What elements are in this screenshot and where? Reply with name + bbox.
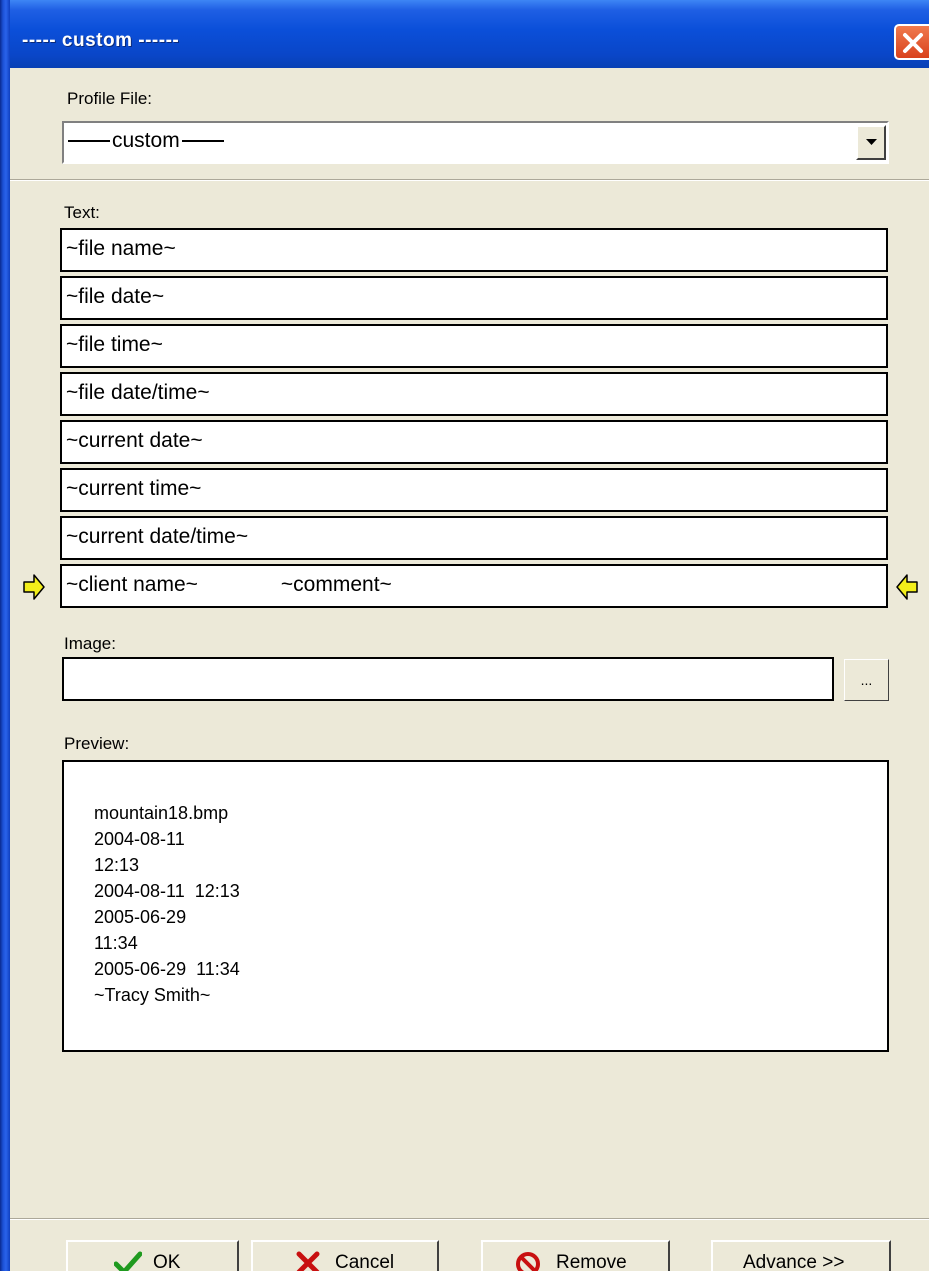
close-icon bbox=[903, 33, 923, 53]
advance-button[interactable]: Advance >> bbox=[711, 1240, 891, 1271]
preview-line: 2004-08-11 bbox=[94, 829, 185, 849]
preview-line: 12:13 bbox=[94, 855, 140, 875]
advance-label: Advance >> bbox=[743, 1252, 845, 1271]
remove-button[interactable]: Remove bbox=[481, 1240, 670, 1271]
ok-label: OK bbox=[153, 1252, 181, 1271]
chevron-down-icon bbox=[866, 139, 877, 145]
separator bbox=[10, 179, 929, 181]
text-field-file-name[interactable]: ~file name~ bbox=[60, 228, 888, 272]
checkmark-icon bbox=[114, 1251, 142, 1271]
cancel-button[interactable]: Cancel bbox=[251, 1240, 439, 1271]
no-entry-icon bbox=[516, 1252, 540, 1271]
text-field-current-date[interactable]: ~current date~ bbox=[60, 420, 888, 464]
text-field-file-date-time[interactable]: ~file date/time~ bbox=[60, 372, 888, 416]
window-left-border bbox=[0, 0, 10, 1271]
selection-arrow-right-icon bbox=[896, 574, 918, 600]
profile-dropdown-button[interactable] bbox=[856, 125, 886, 160]
image-label: Image: bbox=[64, 634, 116, 653]
text-field-file-time[interactable]: ~file time~ bbox=[60, 324, 888, 368]
window-title: ----- custom ------ bbox=[22, 30, 180, 51]
preview-line: mountain18.bmp bbox=[94, 803, 229, 823]
text-field-client-comment[interactable]: ~client name~ ~comment~ bbox=[60, 564, 888, 608]
preview-line: 2005-06-29 11:34 bbox=[94, 959, 240, 979]
text-field-current-time[interactable]: ~current time~ bbox=[60, 468, 888, 512]
text-field-file-date[interactable]: ~file date~ bbox=[60, 276, 888, 320]
preview-line: ~Tracy Smith~ bbox=[94, 985, 211, 1005]
x-icon bbox=[296, 1251, 320, 1271]
dialog-window: ----- custom ------ Profile File: custom… bbox=[0, 0, 929, 1271]
preview-line: 11:34 bbox=[94, 933, 138, 953]
text-field-current-date-time[interactable]: ~current date/time~ bbox=[60, 516, 888, 560]
profile-file-value: custom bbox=[66, 129, 226, 153]
close-button[interactable] bbox=[894, 24, 929, 60]
separator bbox=[10, 1218, 929, 1220]
title-bar[interactable]: ----- custom ------ bbox=[0, 0, 929, 68]
preview-box: mountain18.bmp 2004-08-11 12:13 2004-08-… bbox=[62, 760, 889, 1052]
preview-label: Preview: bbox=[64, 734, 130, 753]
preview-line: 2004-08-11 12:13 bbox=[94, 881, 240, 901]
client-name-token: ~client name~ bbox=[66, 573, 198, 596]
ok-button[interactable]: OK bbox=[66, 1240, 239, 1271]
cancel-label: Cancel bbox=[335, 1252, 395, 1271]
comment-token: ~comment~ bbox=[280, 573, 392, 596]
image-path-input[interactable] bbox=[62, 657, 834, 701]
preview-line: 2005-06-29 bbox=[94, 907, 187, 927]
profile-file-label: Profile File: bbox=[67, 89, 153, 108]
text-label: Text: bbox=[64, 203, 100, 222]
remove-label: Remove bbox=[556, 1252, 627, 1271]
profile-file-select[interactable]: custom bbox=[62, 121, 889, 164]
selection-arrow-left-icon bbox=[23, 574, 45, 600]
browse-image-button[interactable]: ... bbox=[844, 659, 889, 701]
preview-lines: mountain18.bmp 2004-08-11 12:13 2004-08-… bbox=[94, 800, 240, 1008]
